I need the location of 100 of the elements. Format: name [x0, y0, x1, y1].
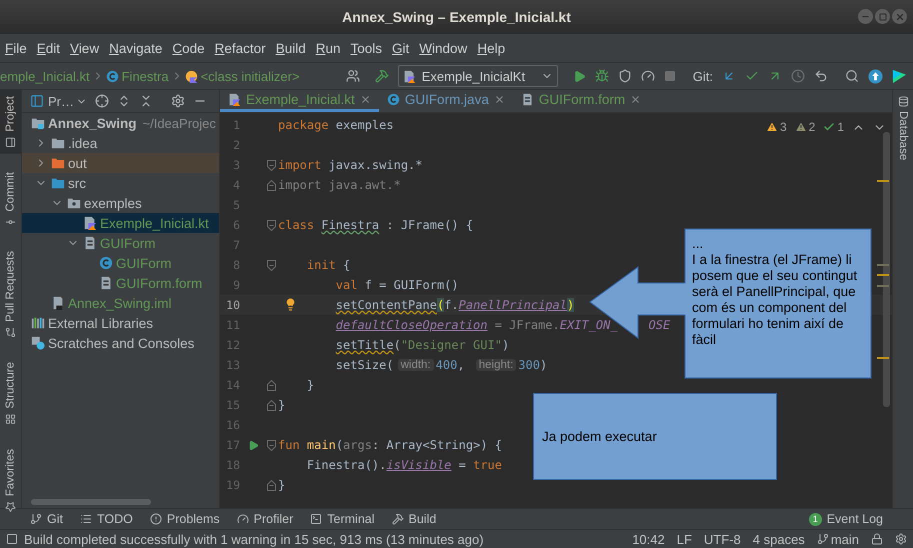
lock-icon[interactable] [871, 533, 883, 545]
update-icon[interactable] [868, 68, 883, 84]
editor-tab[interactable]: GUIForm.form [512, 90, 650, 112]
tool-window-tab[interactable]: Structure [0, 356, 21, 432]
tree-item-label: .idea [68, 136, 98, 150]
search-icon[interactable] [845, 69, 859, 83]
editor-tab[interactable]: GUIForm.java [378, 90, 513, 112]
terminal-icon [310, 513, 322, 525]
fold-marker-icon[interactable] [266, 180, 276, 190]
settings-icon[interactable] [895, 533, 907, 545]
inspection-count[interactable]: 3 [780, 120, 787, 134]
status-item[interactable]: LF [676, 532, 692, 546]
menu-item[interactable]: Build [270, 40, 311, 56]
bug-icon[interactable] [594, 69, 609, 83]
status-message: Build completed successfully with 1 warning in 15 sec, 913 ms (13 minutes ago) [24, 532, 484, 546]
tree-item[interactable]: GUIForm [22, 233, 219, 253]
gauge-icon[interactable] [640, 69, 655, 83]
hammer-icon[interactable] [374, 69, 389, 83]
menu-item[interactable]: Tools [346, 40, 388, 56]
breadcrumb[interactable]: emple_Inicial.kt [0, 68, 90, 84]
fold-marker-icon[interactable] [266, 160, 276, 170]
tool-window-tab[interactable]: Project [0, 90, 21, 154]
panel-title[interactable]: Pr… [48, 94, 74, 108]
branch-widget[interactable]: main [816, 532, 859, 546]
tree-item[interactable]: src [22, 173, 219, 193]
fold-marker-icon[interactable] [266, 260, 276, 270]
tree-item[interactable]: Annex_Swing.iml [22, 293, 219, 313]
menu-item[interactable]: Run [310, 40, 346, 56]
toolbox-logo-icon[interactable] [892, 68, 907, 84]
status-item[interactable]: UTF-8 [704, 532, 741, 546]
menu-item[interactable]: Edit [32, 40, 66, 56]
inspection-count[interactable]: 1 [837, 120, 844, 134]
tree-item[interactable]: Annex_Swing ~/IdeaProjec [22, 113, 219, 133]
status-item[interactable]: 10:42 [632, 532, 665, 546]
folder-icon [51, 136, 65, 150]
tree-item[interactable]: GUIForm.form [22, 273, 219, 293]
close-icon[interactable] [360, 94, 371, 105]
menu-item[interactable]: Refactor [210, 40, 271, 56]
tree-item[interactable]: out [22, 153, 219, 173]
breadcrumb[interactable]: Finestra [106, 68, 169, 84]
scratches-icon [31, 336, 45, 350]
lightbulb-icon[interactable] [284, 298, 297, 311]
menu-item[interactable]: Help [472, 40, 510, 56]
class-icon [386, 93, 400, 106]
tool-window-button[interactable]: Terminal [310, 512, 375, 526]
scrollbar-thumb[interactable] [883, 132, 890, 407]
minimize-button[interactable] [858, 9, 873, 24]
warning-icon [766, 121, 778, 133]
close-button[interactable] [892, 9, 907, 24]
tree-item[interactable]: Exemple_Inicial.kt [22, 213, 219, 233]
fold-marker-icon[interactable] [266, 220, 276, 230]
fold-marker-icon[interactable] [266, 480, 276, 490]
class-icon [99, 256, 113, 270]
window-title: Annex_Swing – Exemple_Inicial.kt [342, 9, 571, 25]
run-icon[interactable] [248, 440, 258, 450]
tool-window-button[interactable]: Profiler [236, 512, 294, 526]
tool-window-button[interactable]: Git [30, 512, 63, 526]
fold-marker-icon[interactable] [266, 400, 276, 410]
tool-window-button[interactable]: TODO [80, 512, 133, 526]
menu-item[interactable]: Code [167, 40, 210, 56]
tool-window-tab[interactable]: Database [893, 90, 913, 166]
inspection-count[interactable]: 2 [808, 120, 816, 134]
clock-icon[interactable] [791, 69, 805, 83]
breadcrumb[interactable]: <class initializer> [184, 68, 300, 84]
tree-item[interactable]: Scratches and Consoles [22, 333, 219, 353]
undo-icon[interactable] [814, 69, 828, 83]
settings-icon[interactable] [171, 94, 185, 108]
close-icon[interactable] [630, 94, 642, 105]
menu-item[interactable]: File [0, 40, 32, 56]
line-number: 15 [225, 398, 241, 412]
tool-window-tab[interactable]: Commit [0, 166, 21, 234]
fold-marker-icon[interactable] [266, 440, 276, 450]
code-line: val f = GUIForm() [334, 278, 459, 292]
event-log-button[interactable]: 1 Event Log [808, 512, 883, 526]
status-item[interactable]: 4 spaces [752, 532, 805, 546]
menu-item[interactable]: Git [387, 40, 414, 56]
tree-item[interactable]: GUIForm [22, 253, 219, 273]
fold-marker-icon[interactable] [266, 380, 276, 390]
close-icon[interactable] [494, 94, 505, 105]
menu-item[interactable]: Navigate [104, 40, 168, 56]
shield-icon[interactable] [618, 69, 632, 83]
tree-item[interactable]: External Libraries [22, 313, 219, 333]
menu-item[interactable]: View [65, 40, 104, 56]
tool-window-button[interactable]: Problems [150, 512, 220, 526]
stop-icon[interactable] [664, 70, 676, 82]
scrollbar-thumb[interactable] [31, 499, 151, 505]
run-icon[interactable] [572, 70, 586, 82]
editor-tab[interactable]: Exemple_Inicial.kt [220, 90, 379, 112]
tree-item[interactable]: .idea [22, 133, 219, 153]
users-icon[interactable] [346, 69, 360, 83]
tool-window-tab[interactable]: Favorites [0, 443, 21, 518]
tree-item[interactable]: exemples [22, 193, 219, 213]
tool-window-button[interactable]: Build [392, 512, 436, 526]
run-config-dropdown[interactable]: Exemple_InicialKt [398, 65, 558, 87]
crosshair-icon[interactable] [95, 94, 109, 108]
tool-window-tab[interactable]: Pull Requests [0, 245, 21, 344]
panel-toggle-icon[interactable] [6, 533, 18, 545]
line-number: 17 [225, 438, 241, 452]
menu-item[interactable]: Window [414, 40, 472, 56]
maximize-button[interactable] [875, 9, 890, 24]
